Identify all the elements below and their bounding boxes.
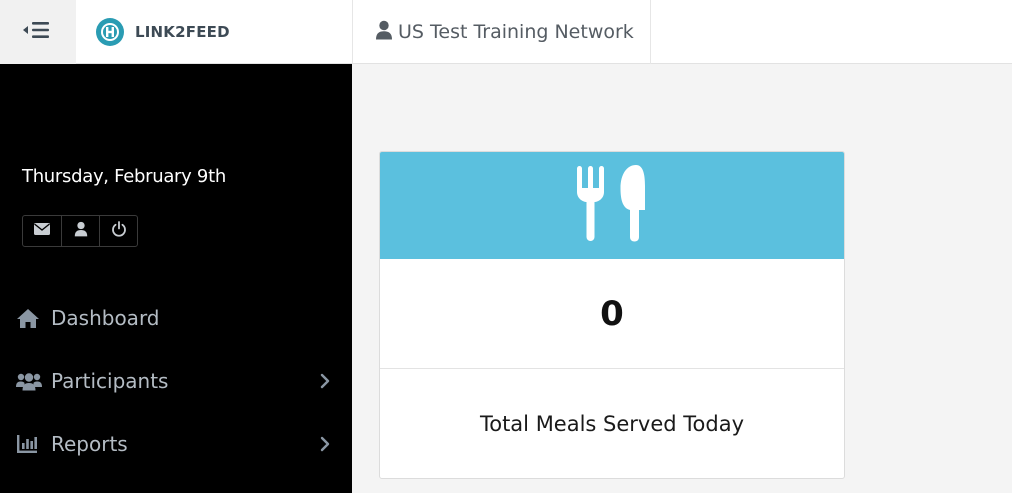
sidebar-item-label: Dashboard — [51, 306, 160, 330]
sidebar-item-dashboard[interactable]: Dashboard — [0, 293, 352, 343]
sidebar-item-reports[interactable]: Reports — [0, 419, 352, 469]
chevron-right-icon — [320, 373, 330, 394]
profile-button[interactable] — [61, 216, 99, 246]
users-icon — [16, 369, 42, 393]
user-icon — [74, 221, 88, 242]
envelope-icon — [34, 222, 50, 240]
power-icon — [111, 220, 127, 242]
network-selector[interactable]: US Test Training Network — [352, 0, 651, 64]
messages-button[interactable] — [23, 216, 61, 246]
bar-chart-icon — [16, 432, 42, 456]
sidebar-item-label: Participants — [51, 369, 169, 393]
current-date: Thursday, February 9th — [22, 166, 226, 187]
brand[interactable]: LINK2FEED — [76, 0, 352, 64]
brand-name: LINK2FEED — [135, 23, 230, 41]
utensils-icon — [577, 164, 647, 247]
chevron-right-icon — [320, 436, 330, 457]
sidebar-item-label: Reports — [51, 432, 128, 456]
quick-actions — [22, 215, 138, 247]
user-icon — [375, 20, 393, 45]
card-header — [380, 152, 844, 259]
home-icon — [16, 306, 42, 330]
meals-served-card: 0 Total Meals Served Today — [379, 151, 845, 479]
meals-served-value: 0 — [380, 259, 844, 369]
link2feed-logo-icon — [96, 18, 124, 46]
sidebar-toggle-button[interactable] — [0, 0, 76, 64]
meals-served-caption: Total Meals Served Today — [479, 412, 745, 436]
top-navbar: LINK2FEED US Test Training Network — [0, 0, 1012, 64]
sidebar-item-participants[interactable]: Participants — [0, 356, 352, 406]
sidebar-toggle-icon — [23, 21, 53, 44]
logout-button[interactable] — [99, 216, 137, 246]
network-label: US Test Training Network — [398, 21, 634, 43]
sidebar: Thursday, February 9th Dashboard Partici… — [0, 64, 352, 493]
